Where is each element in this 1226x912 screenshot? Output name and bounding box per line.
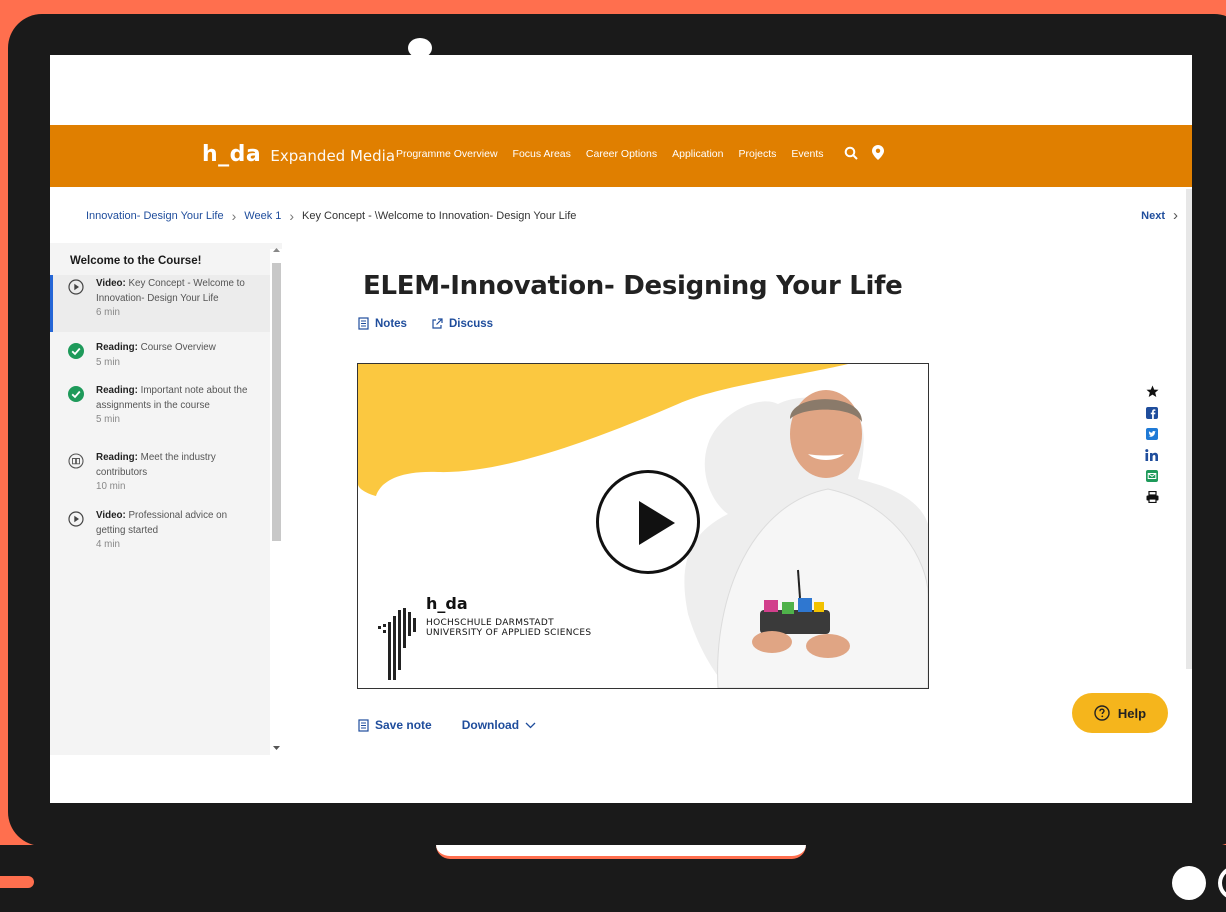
print-icon[interactable]: [1146, 491, 1159, 503]
chevron-down-icon: [525, 722, 536, 728]
chevron-right-icon: ›: [231, 208, 237, 224]
search-icon[interactable]: [844, 146, 858, 160]
help-label: Help: [1117, 705, 1147, 721]
item-label: Course Overview: [140, 342, 216, 353]
chevron-right-icon: ›: [289, 208, 295, 224]
item-duration: 6 min: [96, 307, 120, 318]
item-duration: 5 min: [96, 414, 120, 425]
twitter-icon[interactable]: [1146, 428, 1158, 440]
play-icon: [639, 501, 675, 545]
share-toolbar: [1142, 385, 1162, 503]
notes-icon: [358, 317, 369, 330]
save-note-button[interactable]: Save note: [358, 718, 432, 732]
institution-line-2: UNIVERSITY OF APPLIED SCIENCES: [426, 628, 592, 638]
sidebar-item-video-professional-advice[interactable]: Video: Professional advice on getting st…: [50, 507, 270, 555]
sidebar-item-reading-industry-contributors[interactable]: Reading: Meet the industry contributors 1…: [50, 449, 270, 497]
brand-name: Expanded Media: [270, 147, 396, 165]
breadcrumb: Innovation- Design Your Life › Week 1 › …: [86, 208, 576, 224]
external-link-icon: [432, 317, 443, 329]
institution-line-1: HOCHSCHULE DARMSTADT: [426, 618, 554, 628]
next-label: Next: [1141, 209, 1165, 222]
item-type: Reading:: [96, 342, 138, 353]
discuss-label: Discuss: [448, 317, 494, 330]
hda-dot-logo-icon: [378, 608, 416, 680]
note-icon: [358, 718, 369, 732]
star-icon[interactable]: [1146, 385, 1159, 398]
video-logo-text: h_da: [426, 594, 468, 613]
decorative-dot: [1172, 866, 1206, 900]
item-duration: 10 min: [96, 481, 126, 492]
page-scrollbar[interactable]: [1186, 189, 1192, 669]
item-type: Reading:: [96, 385, 138, 396]
breadcrumb-week[interactable]: Week 1: [244, 210, 281, 222]
scroll-up-arrow-icon[interactable]: [272, 247, 281, 253]
item-duration: 5 min: [96, 356, 120, 368]
sidebar-item-reading-important-note[interactable]: Reading: Important note about the assign…: [50, 382, 270, 430]
play-circle-icon: [68, 511, 84, 527]
page-title: ELEM-Innovation- Designing Your Life: [363, 271, 903, 301]
nav-item-programme-overview[interactable]: Programme Overview: [396, 148, 498, 160]
note-actions: Save note Download: [358, 718, 536, 732]
notes-button[interactable]: Notes: [358, 317, 407, 330]
nav-item-career-options[interactable]: Career Options: [586, 148, 657, 160]
next-button[interactable]: Next ›: [1141, 207, 1178, 224]
breadcrumb-course[interactable]: Innovation- Design Your Life: [86, 210, 224, 222]
brand-logo: h_da: [202, 142, 262, 167]
sidebar-item-video-key-concept[interactable]: Video: Key Concept - Welcome to Innovati…: [50, 275, 273, 332]
email-icon[interactable]: [1146, 470, 1158, 482]
location-pin-icon[interactable]: [872, 145, 884, 160]
linkedin-icon[interactable]: [1145, 449, 1159, 461]
nav-item-focus-areas[interactable]: Focus Areas: [513, 148, 571, 160]
question-circle-icon: [1094, 705, 1110, 721]
book-icon: [68, 453, 84, 469]
site-header: h_da Expanded Media Programme Overview F…: [50, 125, 1192, 187]
save-note-label: Save note: [375, 718, 432, 732]
sidebar-title: Welcome to the Course!: [70, 255, 202, 267]
brand[interactable]: h_da Expanded Media: [202, 142, 395, 167]
sidebar-item-reading-course-overview[interactable]: Reading: Course Overview 5 min: [50, 339, 270, 373]
decorative-dash: [0, 876, 34, 888]
main-nav: Programme Overview Focus Areas Career Op…: [396, 148, 824, 160]
scroll-down-arrow-icon[interactable]: [272, 745, 281, 751]
play-button[interactable]: [596, 470, 700, 574]
breadcrumb-current: Key Concept - \Welcome to Innovation- De…: [302, 210, 577, 222]
item-duration: 4 min: [96, 539, 120, 550]
chevron-right-icon: ›: [1173, 207, 1178, 224]
video-institution: HOCHSCHULE DARMSTADT UNIVERSITY OF APPLI…: [426, 618, 591, 638]
facebook-icon[interactable]: [1146, 407, 1158, 419]
nav-item-events[interactable]: Events: [791, 148, 823, 160]
sidebar-scroll-thumb[interactable]: [272, 263, 281, 541]
check-circle-icon: [68, 386, 84, 402]
header-icons: [844, 145, 884, 160]
nav-item-application[interactable]: Application: [672, 148, 723, 160]
notes-label: Notes: [375, 317, 407, 330]
download-dropdown[interactable]: Download: [462, 718, 536, 732]
nav-item-projects[interactable]: Projects: [738, 148, 776, 160]
laptop-notch: [436, 845, 806, 859]
content-actions: Notes Discuss: [358, 317, 493, 330]
check-circle-icon: [68, 343, 84, 359]
discuss-button[interactable]: Discuss: [431, 317, 493, 330]
download-label: Download: [461, 718, 520, 732]
play-circle-icon: [68, 279, 84, 295]
item-type: Video:: [96, 278, 126, 289]
item-type: Video:: [96, 510, 126, 521]
item-type: Reading:: [96, 452, 138, 463]
browser-screen: h_da Expanded Media Programme Overview F…: [50, 55, 1192, 803]
course-outline-sidebar: Welcome to the Course! Video: Key Concep…: [50, 243, 282, 755]
help-button[interactable]: Help: [1072, 693, 1168, 733]
video-player[interactable]: h_da HOCHSCHULE DARMSTADT UNIVERSITY OF …: [357, 363, 929, 689]
